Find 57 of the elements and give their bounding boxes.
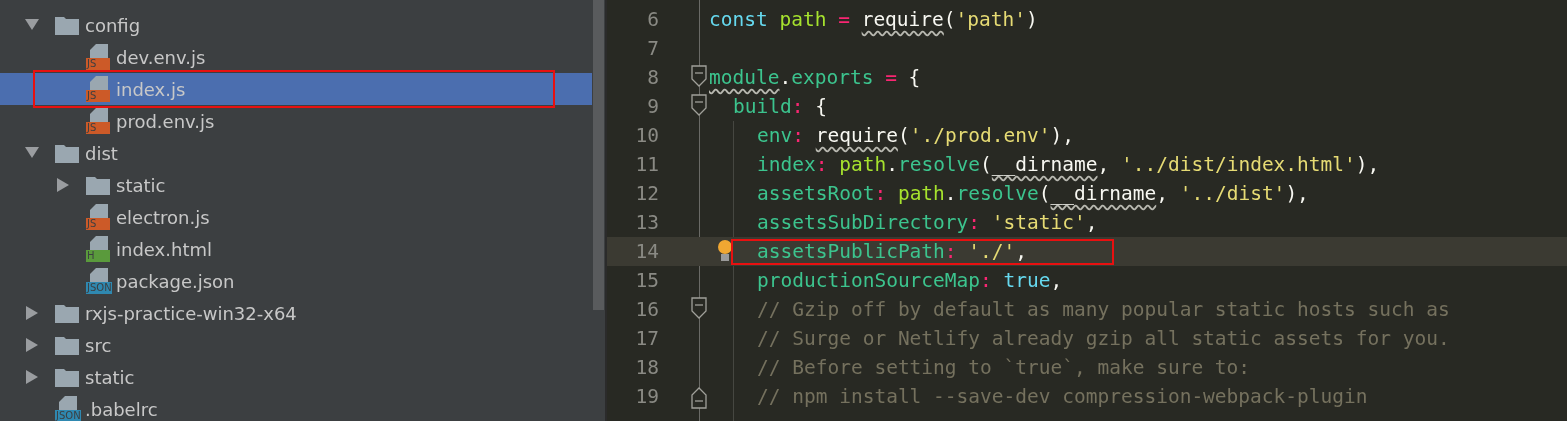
- line-number: 18: [634, 356, 659, 379]
- tree-item[interactable]: static: [0, 169, 592, 201]
- folder-icon: [55, 303, 79, 323]
- tree-item[interactable]: JSON .babelrc: [0, 393, 592, 421]
- code-line: assetsSubDirectory: 'static',: [757, 211, 1098, 234]
- fold-icon[interactable]: [691, 94, 707, 116]
- collapsed-arrow-icon[interactable]: [26, 370, 38, 384]
- scrollbar-thumb[interactable]: [593, 0, 604, 310]
- folder-icon: [55, 15, 79, 35]
- line-number: 11: [634, 153, 659, 176]
- folder-icon: [55, 367, 79, 387]
- line-number: 10: [634, 124, 659, 147]
- code-line: module.exports = {: [709, 66, 921, 89]
- line-number: 16: [634, 298, 659, 321]
- collapsed-arrow-icon[interactable]: [26, 338, 38, 352]
- folder-icon: [86, 175, 110, 195]
- fold-icon[interactable]: [691, 387, 707, 409]
- folder-icon: [55, 143, 79, 163]
- tree-item[interactable]: static: [0, 361, 592, 393]
- line-number: 13: [634, 211, 659, 234]
- tree-item[interactable]: rxjs-practice-win32-x64: [0, 297, 592, 329]
- tree-item[interactable]: JS dev.env.js: [0, 41, 592, 73]
- collapsed-arrow-icon[interactable]: [57, 178, 69, 192]
- line-number: 19: [634, 385, 659, 408]
- code-line: // npm install --save-dev compression-webpack-plugin: [757, 385, 1368, 408]
- code-line: // Surge or Netlify already gzip all static assets for you.: [757, 327, 1450, 350]
- line-number: 17: [634, 327, 659, 350]
- line-number: 9: [646, 95, 659, 118]
- line-number: 8: [646, 66, 659, 89]
- fold-icon[interactable]: [691, 297, 707, 319]
- code-line: env: require('./prod.env'),: [757, 124, 1075, 147]
- code-line: productionSourceMap: true,: [757, 269, 1063, 292]
- code-line: // Gzip off by default as many popular static hosts such as: [757, 298, 1450, 321]
- tree-item[interactable]: JSON package.json: [0, 265, 592, 297]
- tree-item[interactable]: src: [0, 329, 592, 361]
- code-line: assetsRoot: path.resolve(__dirname, '../dist'),: [757, 182, 1309, 205]
- line-number: 15: [634, 269, 659, 292]
- expanded-arrow-icon[interactable]: [25, 19, 39, 31]
- tree-item[interactable]: JS prod.env.js: [0, 105, 592, 137]
- collapsed-arrow-icon[interactable]: [26, 306, 38, 320]
- tree-item[interactable]: config: [0, 9, 592, 41]
- code-line: assetsPublicPath: './',: [757, 240, 1028, 263]
- line-number: 14: [634, 240, 659, 263]
- code-line: const path = require('path'): [709, 8, 1038, 31]
- tree-item[interactable]: JS electron.js: [0, 201, 592, 233]
- folder-icon: [55, 335, 79, 355]
- line-number: 7: [646, 37, 659, 60]
- code-line: // Before setting to `true`, make sure to:: [757, 356, 1251, 379]
- expanded-arrow-icon[interactable]: [25, 147, 39, 159]
- code-line: index: path.resolve(__dirname, '../dist/index.html'),: [757, 153, 1380, 176]
- line-number: 12: [634, 182, 659, 205]
- lightbulb-icon[interactable]: [718, 240, 732, 262]
- line-number: 6: [646, 8, 659, 31]
- tree-item[interactable]: H index.html: [0, 233, 592, 265]
- fold-icon[interactable]: [691, 65, 707, 87]
- code-line: build: {: [733, 95, 827, 118]
- tree-item[interactable]: dist: [0, 137, 592, 169]
